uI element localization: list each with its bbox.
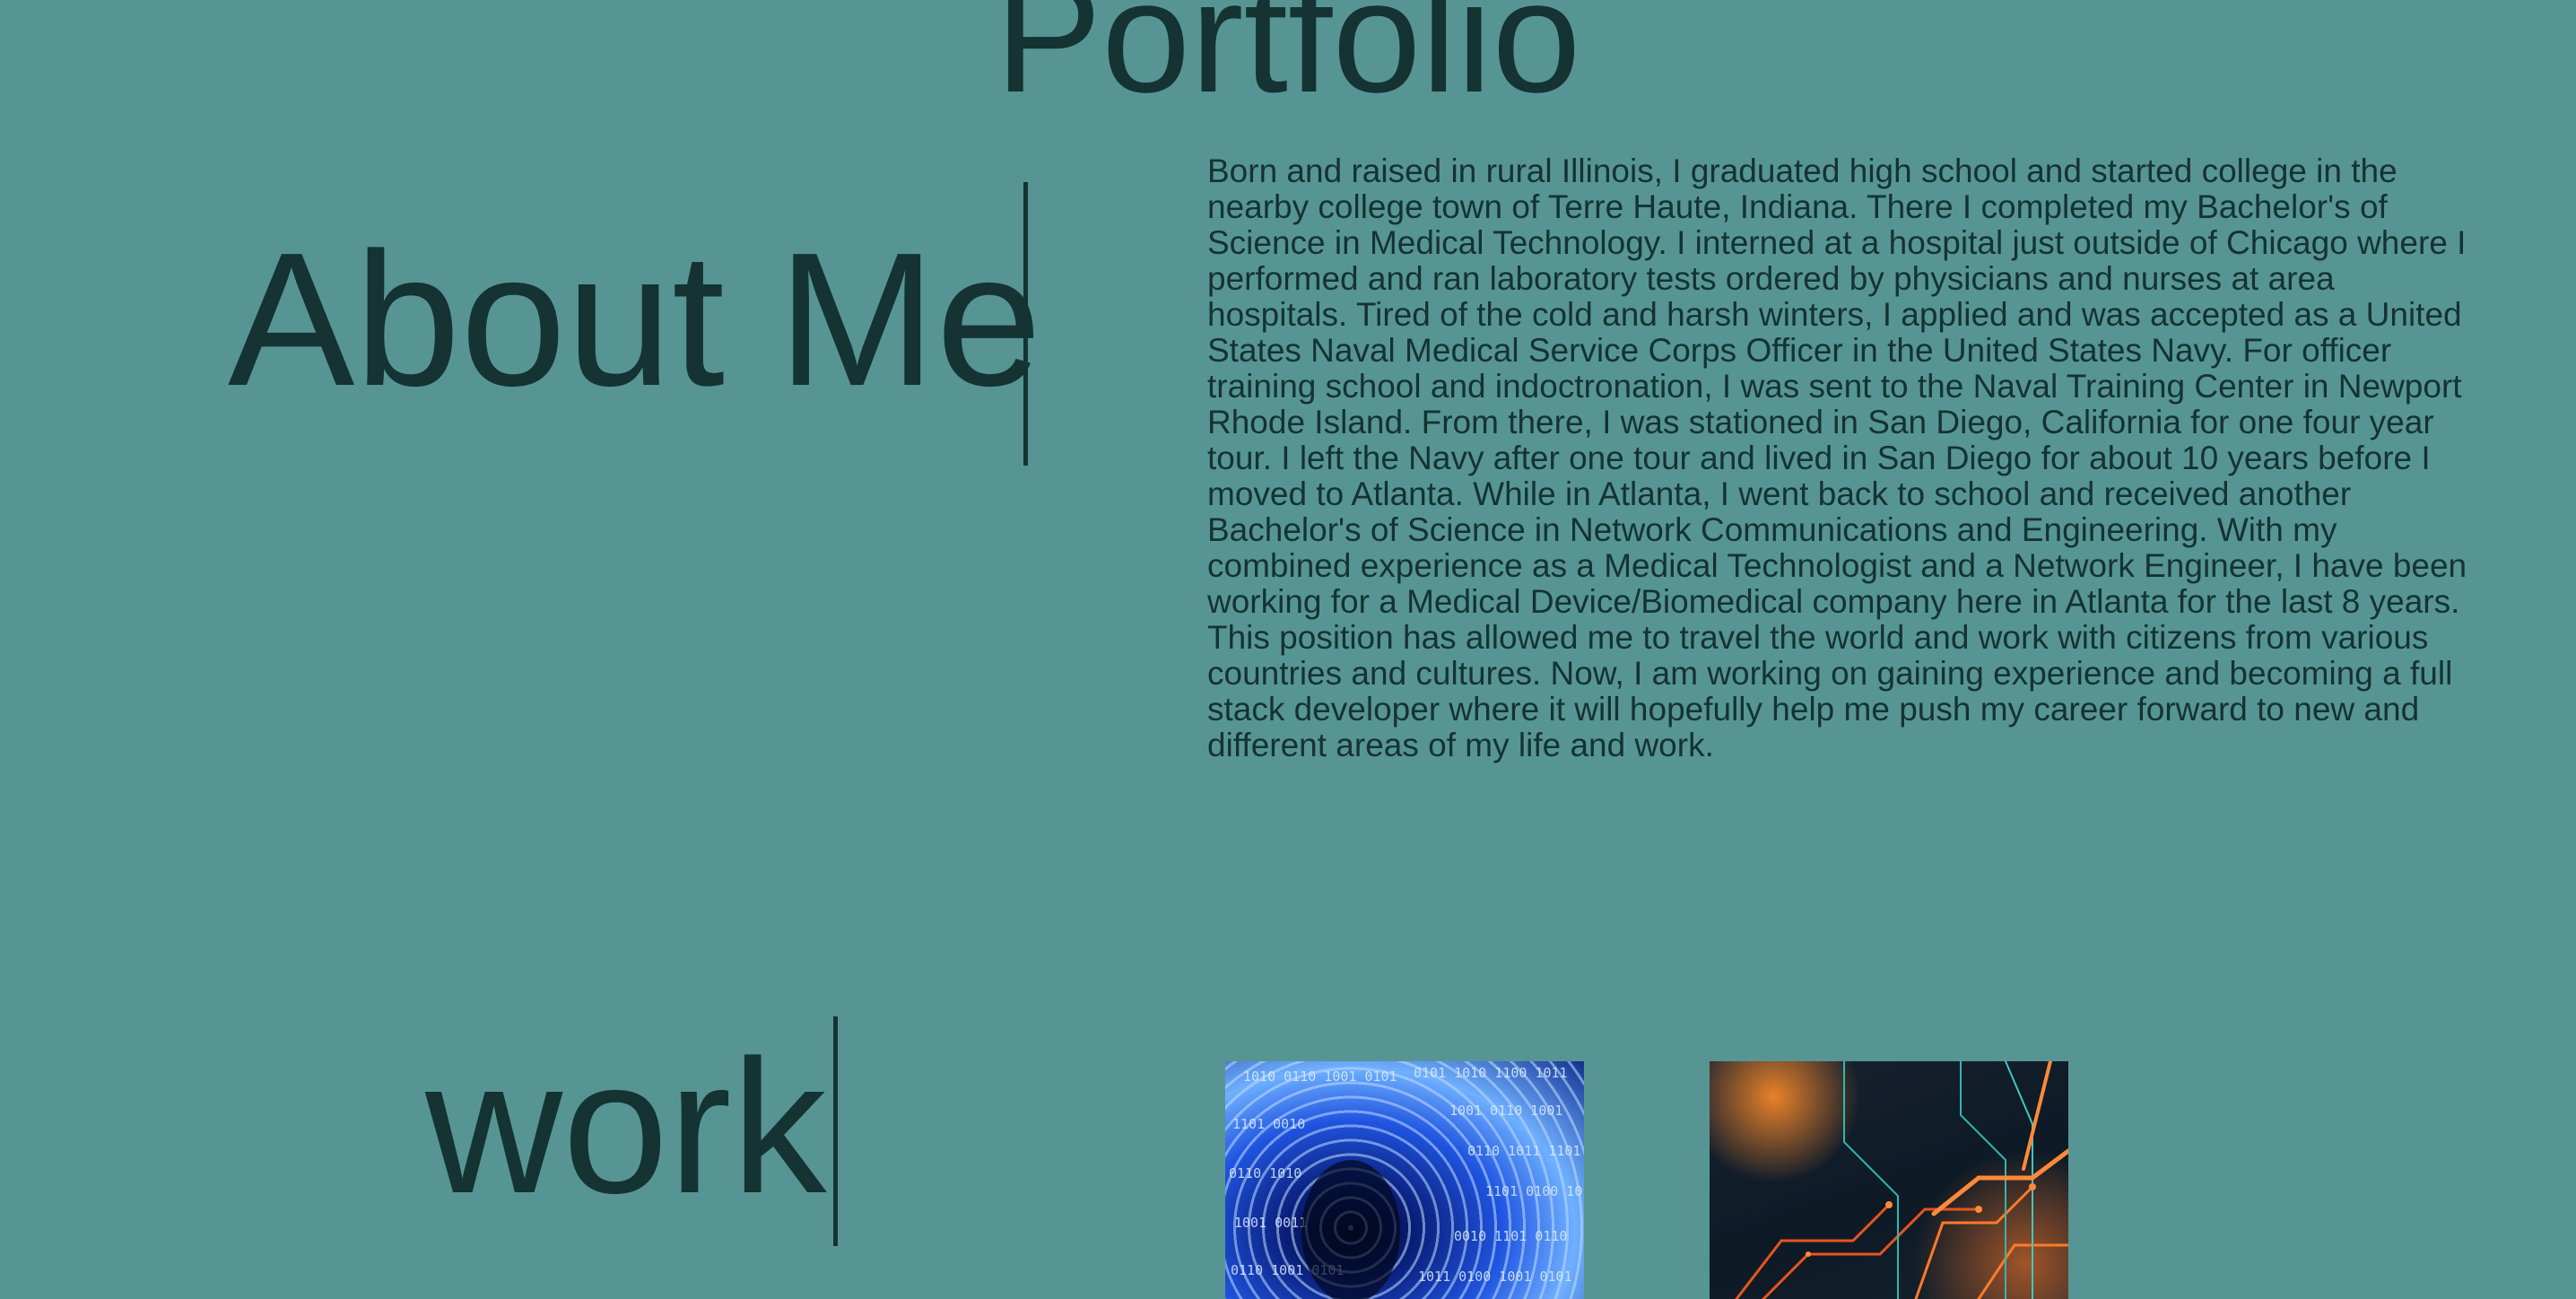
- project-thumbnail-circuit-board[interactable]: [1710, 1061, 2068, 1299]
- svg-text:1101 0010: 1101 0010: [1232, 1116, 1305, 1132]
- svg-text:0010 1101 0110: 0010 1101 0110: [1454, 1228, 1567, 1244]
- svg-text:0101 1010 1100 1011: 0101 1010 1100 1011: [1414, 1065, 1568, 1081]
- svg-text:1011 0100 1001 0101: 1011 0100 1001 0101: [1418, 1268, 1572, 1285]
- about-heading: About Me: [228, 213, 1042, 425]
- about-text: Born and raised in rural Illinois, I gra…: [1207, 153, 2467, 763]
- svg-text:0110 1011 1101: 0110 1011 1101: [1467, 1143, 1580, 1159]
- circuit-board-image: [1735, 1061, 2068, 1299]
- about-divider: [1023, 182, 1028, 466]
- work-divider: [833, 1016, 838, 1246]
- svg-text:0110 1010: 0110 1010: [1229, 1165, 1301, 1181]
- portfolio-page: Portfolio About Me Born and raised in ru…: [0, 0, 2576, 1299]
- binary-tunnel-image: 1010 0110 1001 0101 0101 1010 1100 1011 …: [1229, 1065, 1584, 1299]
- svg-text:1101 0100 1010: 1101 0100 1010: [1485, 1183, 1584, 1199]
- project-thumbnail-binary-tunnel[interactable]: 1010 0110 1001 0101 0101 1010 1100 1011 …: [1225, 1061, 1584, 1299]
- svg-text:1010 0110 1001 0101: 1010 0110 1001 0101: [1243, 1068, 1397, 1085]
- work-heading: work: [425, 1020, 827, 1233]
- svg-text:1001 0011: 1001 0011: [1234, 1215, 1307, 1231]
- site-title: Portfolio: [995, 0, 1581, 126]
- svg-text:1001 0110 1001: 1001 0110 1001: [1449, 1103, 1562, 1119]
